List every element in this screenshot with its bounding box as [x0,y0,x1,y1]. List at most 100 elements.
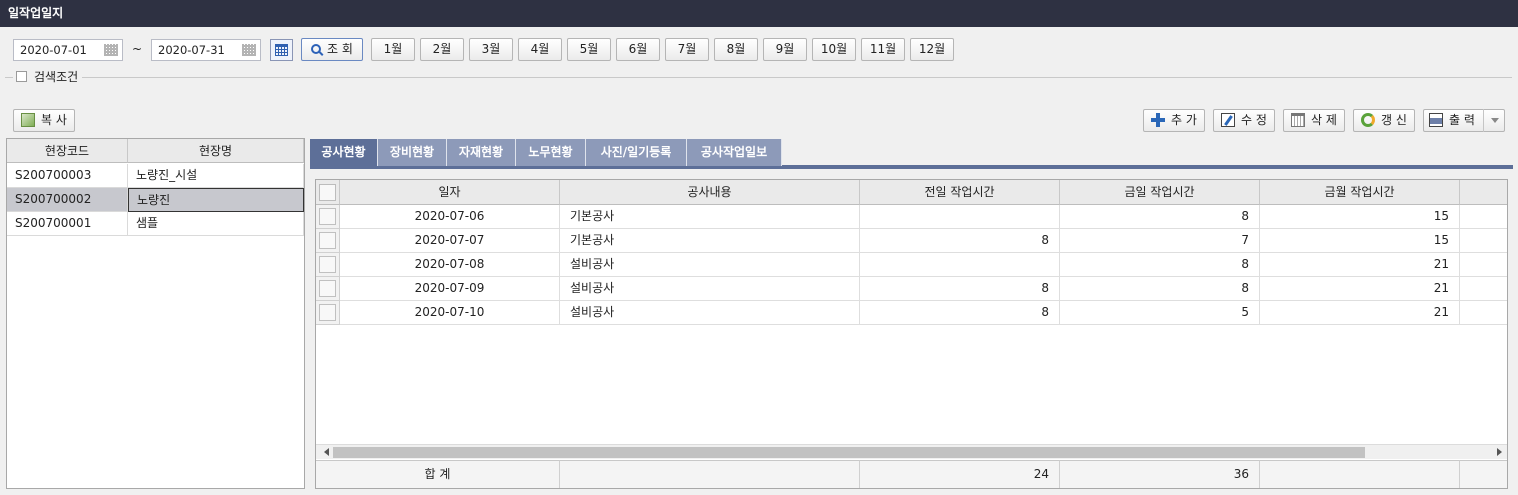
calendar-icon[interactable] [242,44,256,56]
horizontal-scrollbar[interactable] [316,444,1507,459]
total-prev-hours: 24 [860,460,1060,488]
content-cell[interactable]: 기본공사 [560,205,860,229]
add-button[interactable]: 추 가 [1143,109,1205,132]
row-checkbox[interactable] [319,256,336,273]
prev-hours-cell[interactable]: 8 [860,277,1060,301]
refresh-button[interactable]: 갱 신 [1353,109,1415,132]
month-button-1[interactable]: 1월 [371,38,415,61]
scroll-right-icon[interactable] [1497,448,1506,456]
site-name-cell[interactable]: 노량진 [128,188,304,212]
prev-hours-column-header[interactable]: 전일 작업시간 [860,180,1060,205]
row-checkbox[interactable] [319,232,336,249]
row-selector[interactable] [316,277,340,301]
month-button-8[interactable]: 8월 [714,38,758,61]
tab-work-daily-report[interactable]: 공사작업일보 [687,139,782,166]
copy-button[interactable]: 복 사 [13,109,75,132]
month-button-11[interactable]: 11월 [861,38,905,61]
month-hours-cell[interactable]: 15 [1260,229,1460,253]
search-condition-divider [82,77,1512,78]
search-condition-checkbox[interactable] [16,71,27,82]
tab-material-status[interactable]: 자재현황 [447,139,516,166]
content-cell[interactable]: 기본공사 [560,229,860,253]
date-cell[interactable]: 2020-07-08 [340,253,560,277]
month-button-3[interactable]: 3월 [469,38,513,61]
today-hours-column-header[interactable]: 금일 작업시간 [1060,180,1260,205]
print-dropdown-chevron-icon[interactable] [1483,109,1505,132]
extra-column-header [1460,180,1507,205]
month-button-7[interactable]: 7월 [665,38,709,61]
select-all-checkbox[interactable] [319,184,336,201]
calendar-icon[interactable] [104,44,118,56]
table-row[interactable]: S200700001 샘플 [7,212,304,236]
month-hours-cell[interactable]: 15 [1260,205,1460,229]
scrollbar-thumb[interactable] [333,447,1365,458]
site-name-cell[interactable]: 샘플 [128,212,304,236]
today-hours-cell[interactable]: 5 [1060,301,1260,325]
tab-equipment-status[interactable]: 장비현황 [378,139,447,166]
plus-icon [1151,113,1166,127]
today-hours-cell[interactable]: 8 [1060,277,1260,301]
month-button-5[interactable]: 5월 [567,38,611,61]
content-cell[interactable]: 설비공사 [560,277,860,301]
prev-hours-cell[interactable] [860,205,1060,229]
date-cell[interactable]: 2020-07-10 [340,301,560,325]
today-hours-cell[interactable]: 7 [1060,229,1260,253]
month-hours-column-header[interactable]: 금월 작업시간 [1260,180,1460,205]
extra-cell[interactable] [1460,253,1507,277]
row-checkbox[interactable] [319,280,336,297]
date-from-input[interactable]: 2020-07-01 [13,39,123,61]
table-row-selected[interactable]: S200700002 노량진 [7,188,304,212]
date-column-header[interactable]: 일자 [340,180,560,205]
month-button-9[interactable]: 9월 [763,38,807,61]
row-selector[interactable] [316,229,340,253]
site-code-cell[interactable]: S200700001 [7,212,128,236]
month-button-2[interactable]: 2월 [420,38,464,61]
table-row[interactable]: S200700003 노량진_시설 [7,164,304,188]
delete-button[interactable]: 삭 제 [1283,109,1345,132]
month-button-4[interactable]: 4월 [518,38,562,61]
month-button-6[interactable]: 6월 [616,38,660,61]
total-today-hours: 36 [1060,460,1260,488]
content-column-header[interactable]: 공사내용 [560,180,860,205]
today-hours-cell[interactable]: 8 [1060,205,1260,229]
row-selector[interactable] [316,205,340,229]
date-cell[interactable]: 2020-07-06 [340,205,560,229]
month-hours-cell[interactable]: 21 [1260,253,1460,277]
site-code-cell[interactable]: S200700002 [7,188,128,212]
today-hours-cell[interactable]: 8 [1060,253,1260,277]
tab-photo-diary[interactable]: 사진/일기등록 [586,139,687,166]
content-cell[interactable]: 설비공사 [560,301,860,325]
month-hours-cell[interactable]: 21 [1260,301,1460,325]
site-code-column-header[interactable]: 현장코드 [7,139,128,163]
tab-labor-status[interactable]: 노무현황 [516,139,586,166]
extra-cell[interactable] [1460,205,1507,229]
date-cell[interactable]: 2020-07-07 [340,229,560,253]
tab-construction-status[interactable]: 공사현황 [310,139,378,166]
row-selector[interactable] [316,301,340,325]
month-button-12[interactable]: 12월 [910,38,954,61]
extra-cell[interactable] [1460,277,1507,301]
month-hours-cell[interactable]: 21 [1260,277,1460,301]
scroll-left-icon[interactable] [320,448,329,456]
edit-button[interactable]: 수 정 [1213,109,1275,132]
prev-hours-cell[interactable]: 8 [860,301,1060,325]
extra-cell[interactable] [1460,229,1507,253]
row-checkbox[interactable] [319,304,336,321]
date-from-value: 2020-07-01 [20,43,87,57]
date-cell[interactable]: 2020-07-09 [340,277,560,301]
search-button[interactable]: 조 회 [301,38,363,61]
row-selector[interactable] [316,253,340,277]
prev-hours-cell[interactable] [860,253,1060,277]
site-name-column-header[interactable]: 현장명 [128,139,304,163]
month-button-10[interactable]: 10월 [812,38,856,61]
prev-hours-cell[interactable]: 8 [860,229,1060,253]
calendar-picker-button[interactable] [270,39,293,61]
site-name-cell[interactable]: 노량진_시설 [128,164,304,188]
site-code-cell[interactable]: S200700003 [7,164,128,188]
row-checkbox[interactable] [319,208,336,225]
date-to-input[interactable]: 2020-07-31 [151,39,261,61]
select-all-header[interactable] [316,180,340,205]
trash-icon [1291,113,1306,127]
extra-cell[interactable] [1460,301,1507,325]
content-cell[interactable]: 설비공사 [560,253,860,277]
